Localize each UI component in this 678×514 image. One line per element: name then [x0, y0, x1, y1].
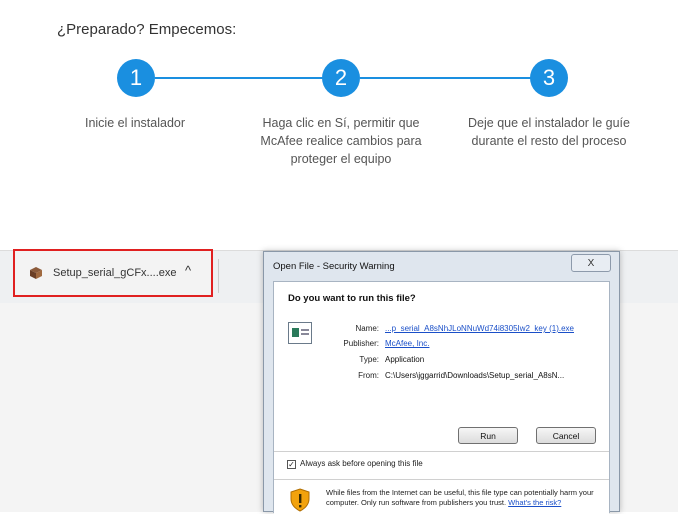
step-1-text: Inicie el instalador	[84, 116, 186, 130]
download-file-name: Setup_serial_gCFx....exe	[53, 267, 177, 279]
step-1-number: 1	[129, 65, 143, 90]
step-1-circle: 1	[117, 59, 155, 97]
dialog-separator	[274, 451, 609, 452]
name-label: Name:	[355, 324, 379, 333]
dialog-body: Do you want to run this file? Name: ...p…	[273, 281, 610, 514]
download-item[interactable]: Setup_serial_gCFx....exe ^	[13, 249, 219, 297]
type-value: Application	[385, 355, 425, 364]
download-options-caret[interactable]: ^	[185, 263, 191, 278]
from-value: C:\Users\jggarrid\Downloads\Setup_serial…	[385, 371, 565, 380]
package-icon	[30, 267, 42, 279]
instructions-panel: ¿Preparado? Empecemos: 1 2 3 Inicie el i…	[0, 0, 678, 250]
cancel-button[interactable]: Cancel	[536, 427, 596, 444]
run-button[interactable]: Run	[458, 427, 518, 444]
steps-connector-line-1	[155, 77, 325, 79]
publisher-label: Publisher:	[343, 339, 379, 348]
security-warning-dialog: Open File - Security Warning X Do you wa…	[263, 251, 620, 514]
close-button[interactable]: X	[571, 254, 611, 272]
always-ask-checkbox[interactable]: ✓	[287, 460, 296, 469]
step-2-number: 2	[334, 65, 348, 90]
risk-link[interactable]: What's the risk?	[508, 498, 561, 507]
step-2-text: Haga clic en Sí, permitir que McAfee rea…	[260, 116, 422, 166]
name-value-link[interactable]: ...p_serial_A8sNhJLoNNuWd74i8305Iw2_key …	[385, 324, 574, 333]
step-2-circle: 2	[322, 59, 360, 97]
shield-warning-icon	[290, 488, 310, 512]
publisher-value-link[interactable]: McAfee, Inc.	[385, 339, 429, 348]
steps-connector-line-2	[360, 77, 538, 79]
type-label: Type:	[359, 355, 379, 364]
step-3-number: 3	[542, 65, 556, 90]
from-label: From:	[358, 371, 379, 380]
dialog-title: Open File - Security Warning	[273, 261, 395, 272]
warning-area: While files from the Internet can be use…	[274, 479, 609, 514]
page-heading: ¿Preparado? Empecemos:	[57, 21, 237, 38]
download-item-divider	[218, 259, 219, 293]
dialog-question: Do you want to run this file?	[288, 293, 416, 304]
warning-text: While files from the Internet can be use…	[326, 488, 596, 507]
always-ask-label: Always ask before opening this file	[300, 459, 423, 468]
step-3-circle: 3	[530, 59, 568, 97]
step-3-text: Deje que el instalador le guíe durante e…	[468, 116, 630, 148]
